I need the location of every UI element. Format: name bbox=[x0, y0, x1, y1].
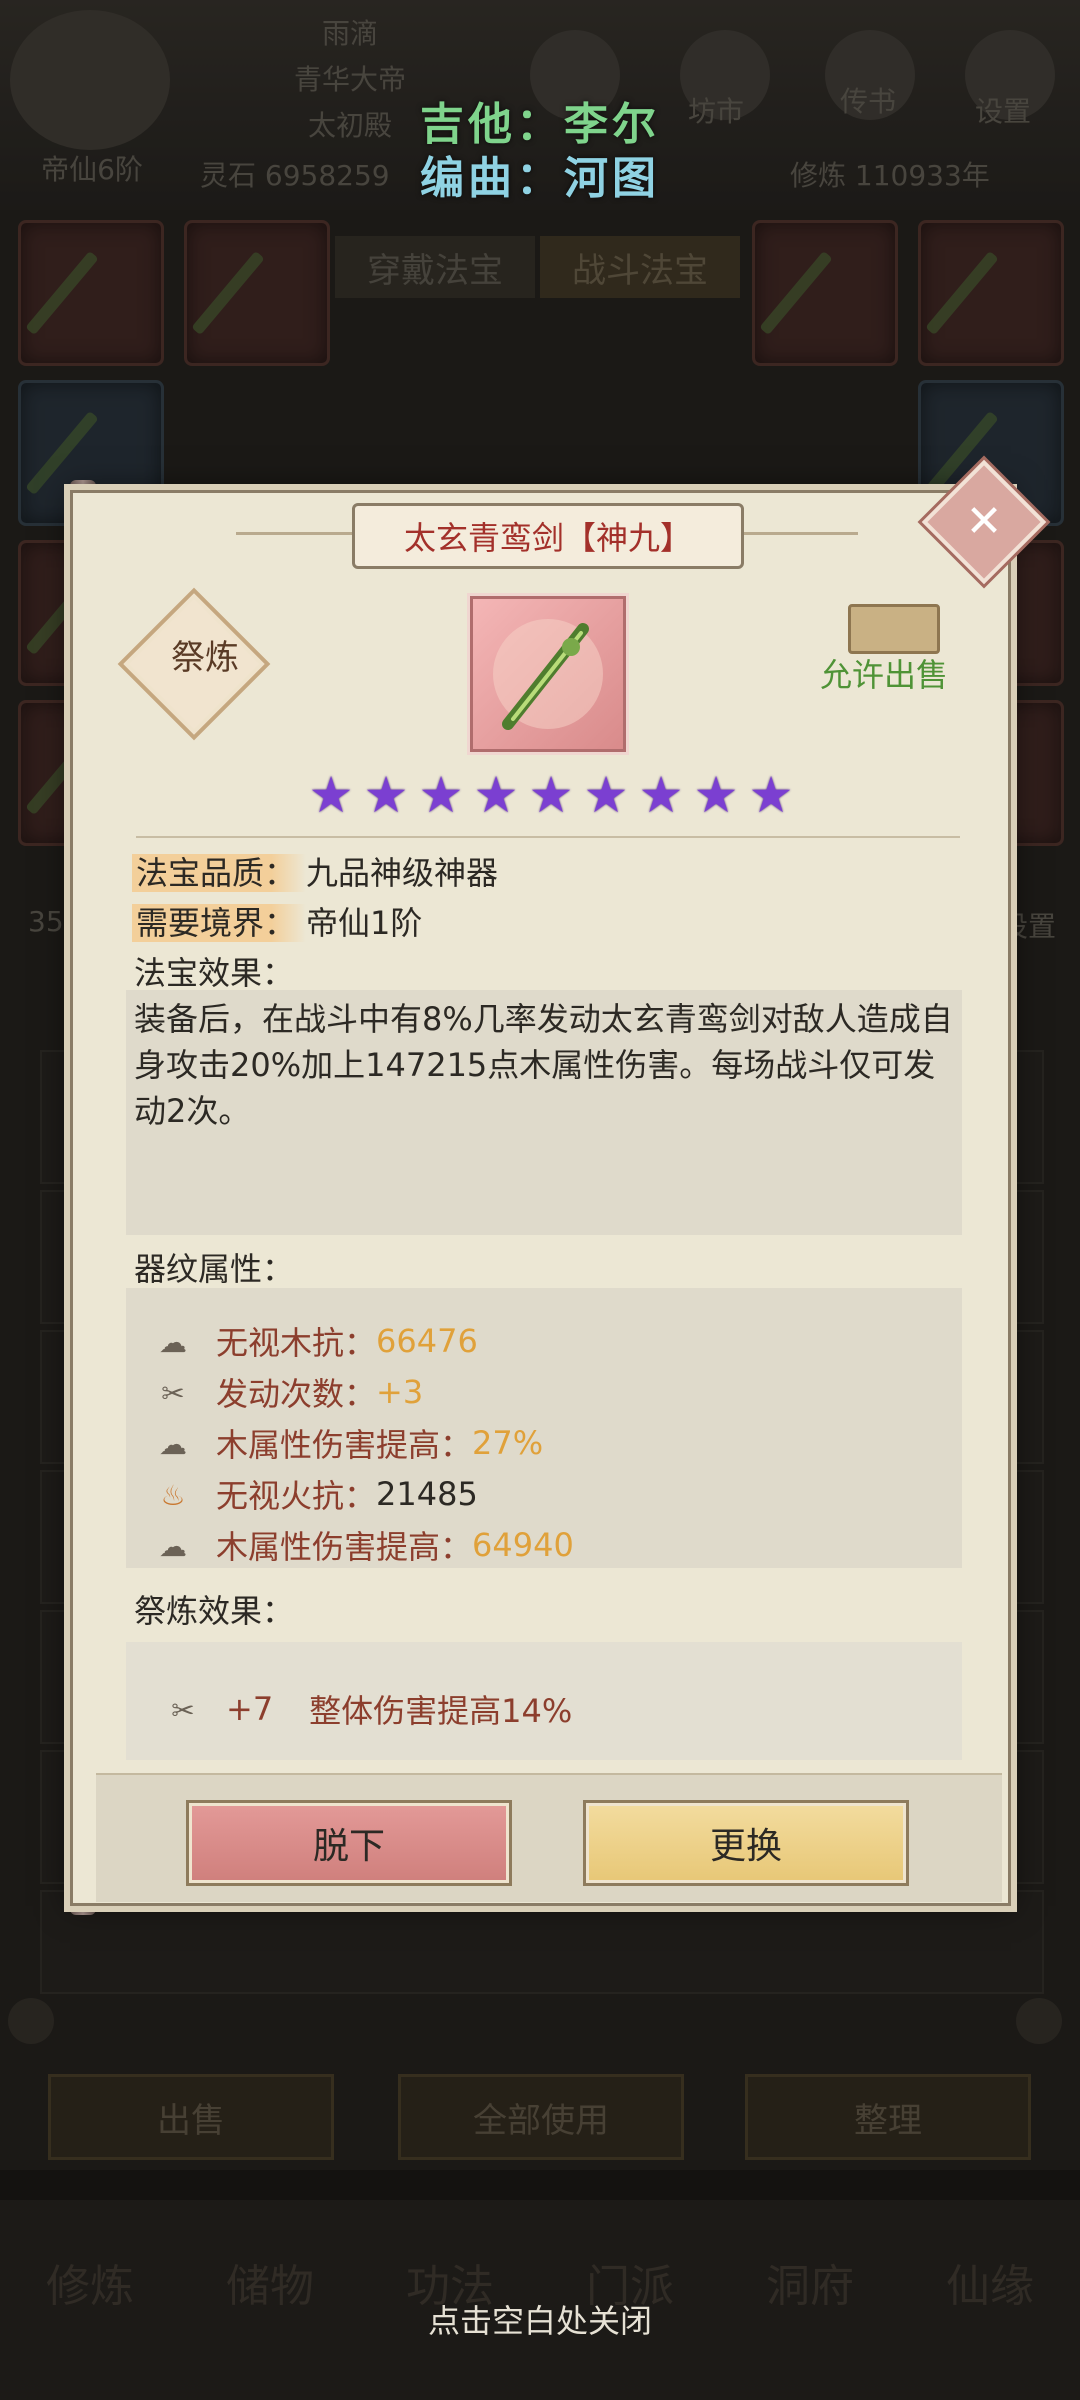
quality-row: 法宝品质： 九品神级神器 bbox=[132, 848, 498, 894]
refine-effect: 整体伤害提高14% bbox=[309, 1692, 573, 1730]
replace-button[interactable]: 更换 bbox=[583, 1800, 909, 1886]
attr-row: ☁ 木属性伤害提高： 27% bbox=[150, 1420, 543, 1466]
star-rating: ★ ★ ★ ★ ★ ★ ★ ★ ★ bbox=[306, 770, 796, 820]
realm-row: 需要境界： 帝仙1阶 bbox=[132, 898, 422, 944]
attr-label: 器纹属性： bbox=[134, 1250, 295, 1288]
effect-label: 法宝效果： bbox=[134, 954, 295, 992]
refine-badge-label: 祭炼 bbox=[171, 638, 239, 678]
refine-effect-label: 祭炼效果： bbox=[134, 1592, 295, 1630]
divider bbox=[136, 836, 960, 838]
refine-row: ✂ +7 整体伤害提高14% bbox=[160, 1686, 572, 1732]
attr-value: 27% bbox=[472, 1424, 544, 1462]
attr-row: ✂ 发动次数： +3 bbox=[150, 1369, 423, 1415]
sword-icon bbox=[470, 596, 626, 752]
star-icon: ★ bbox=[363, 766, 409, 824]
star-icon: ★ bbox=[418, 766, 464, 824]
attr-row: ♨ 无视火抗： 21485 bbox=[150, 1471, 478, 1517]
wood-icon: ☁ bbox=[159, 1530, 187, 1563]
close-icon: ✕ bbox=[965, 496, 1003, 547]
attr-value: +3 bbox=[376, 1373, 424, 1411]
fire-icon: ♨ bbox=[160, 1479, 186, 1512]
attr-name: 无视火抗： bbox=[216, 1477, 377, 1515]
attr-name: 木属性伤害提高： bbox=[216, 1426, 473, 1464]
attr-value: 64940 bbox=[472, 1526, 574, 1564]
attr-row: ☁ 无视木抗： 66476 bbox=[150, 1318, 478, 1364]
attr-value: 21485 bbox=[376, 1475, 478, 1513]
star-icon: ★ bbox=[638, 766, 684, 824]
trigger-icon: ✂ bbox=[161, 1377, 185, 1410]
quality-label: 法宝品质： bbox=[132, 854, 307, 892]
title-ornament-left bbox=[236, 532, 356, 535]
trigger-icon: ✂ bbox=[171, 1694, 195, 1727]
realm-label: 需要境界： bbox=[132, 904, 307, 942]
remove-button[interactable]: 脱下 bbox=[186, 1800, 512, 1886]
star-icon: ★ bbox=[308, 766, 354, 824]
wood-icon: ☁ bbox=[159, 1326, 187, 1359]
realm-value: 帝仙1阶 bbox=[306, 904, 423, 942]
star-icon: ★ bbox=[583, 766, 629, 824]
attr-name: 无视木抗： bbox=[216, 1324, 377, 1362]
title-ornament-right bbox=[738, 532, 858, 535]
star-icon: ★ bbox=[473, 766, 519, 824]
star-icon: ★ bbox=[528, 766, 574, 824]
attr-name: 木属性伤害提高： bbox=[216, 1528, 473, 1566]
quality-value: 九品神级神器 bbox=[306, 854, 499, 892]
attr-value: 66476 bbox=[376, 1322, 478, 1360]
wood-icon: ☁ bbox=[159, 1428, 187, 1461]
sell-status: 允许出售 bbox=[820, 656, 949, 694]
star-icon: ★ bbox=[693, 766, 739, 824]
trade-icon bbox=[848, 604, 940, 654]
close-hint[interactable]: 点击空白处关闭 bbox=[0, 2296, 1080, 2342]
credit-composer: 编曲：河图 bbox=[420, 153, 660, 204]
attr-row: ☁ 木属性伤害提高： 64940 bbox=[150, 1522, 574, 1568]
dialog-title: 太玄青鸾剑【神九】 bbox=[352, 503, 744, 569]
effect-text: 装备后，在战斗中有8%几率发动太玄青鸾剑对敌人造成自身攻击20%加上147215… bbox=[134, 1000, 953, 1130]
attr-name: 发动次数： bbox=[216, 1375, 377, 1413]
star-icon: ★ bbox=[748, 766, 794, 824]
refine-level: +7 bbox=[226, 1690, 274, 1728]
